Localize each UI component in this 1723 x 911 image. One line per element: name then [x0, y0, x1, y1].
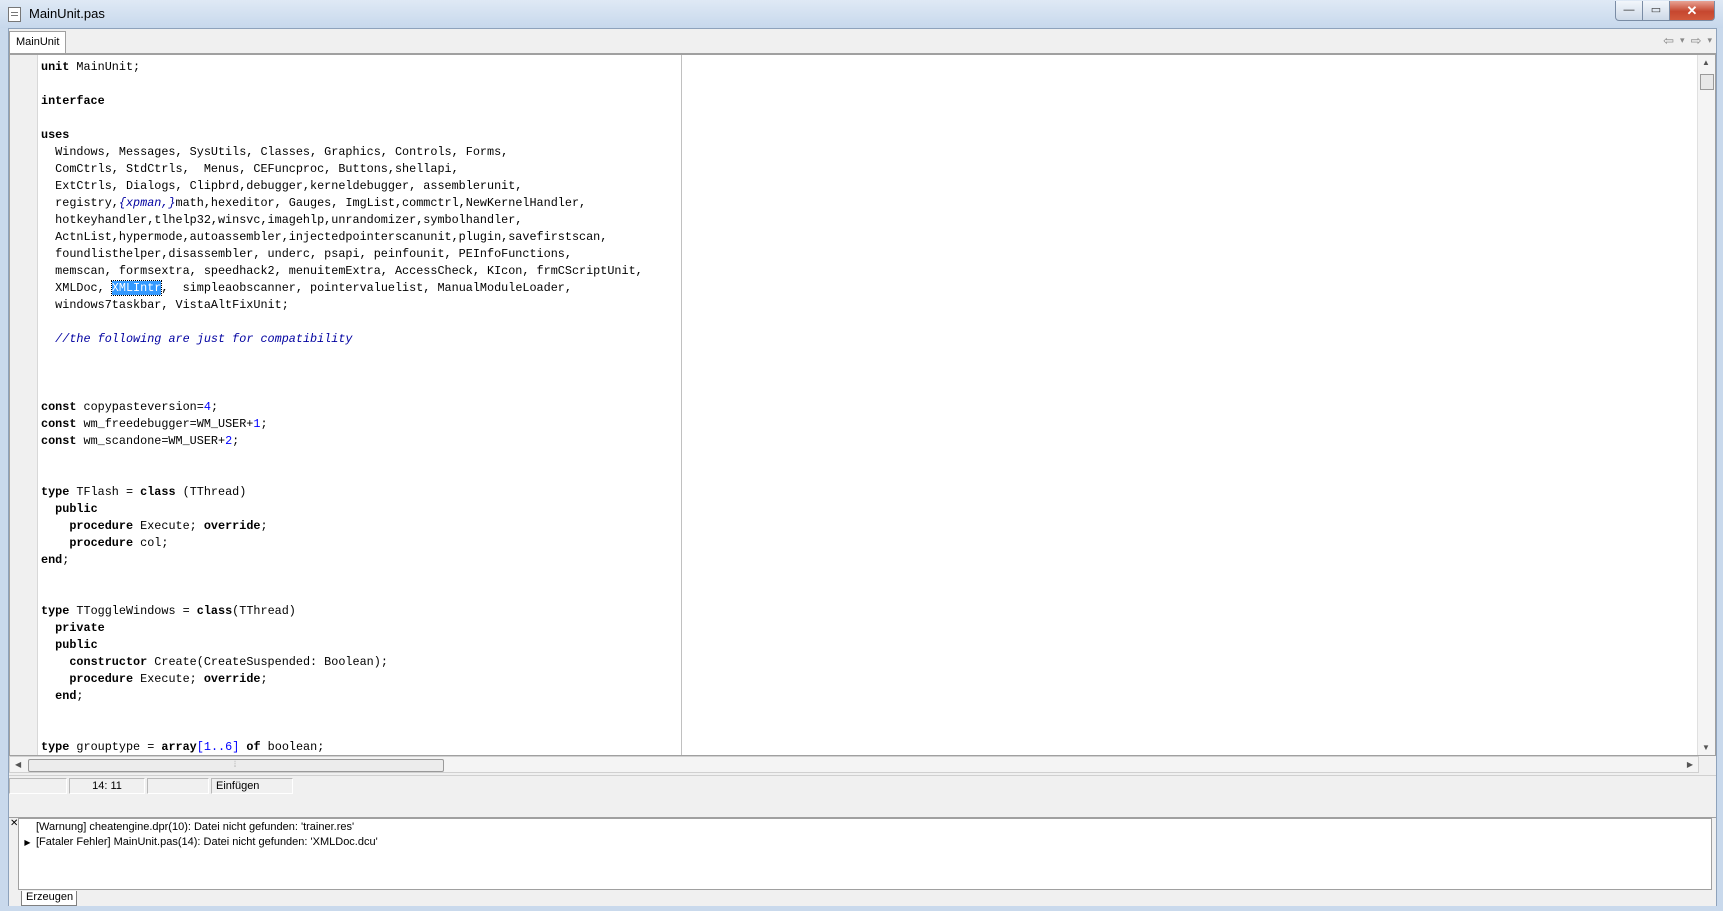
- close-icon: ✕: [1686, 3, 1698, 18]
- maximize-icon: ▭: [1650, 4, 1662, 16]
- window-controls: — ▭ ✕: [1615, 1, 1715, 21]
- right-margin-line: [681, 55, 682, 755]
- message-item[interactable]: ▶ [Fataler Fehler] MainUnit.pas(14): Date…: [19, 835, 378, 850]
- message-text: [Warnung] cheatengine.dpr(10): Datei nic…: [36, 821, 355, 833]
- vertical-scroll-thumb[interactable]: [1700, 74, 1714, 90]
- document-icon: [8, 7, 21, 22]
- window-title: MainUnit.pas: [29, 6, 105, 21]
- tab-strip: MainUnit ⇦ ▾ ⇨ ▾: [9, 29, 1716, 54]
- scroll-grip-icon: ⦙: [234, 759, 237, 769]
- close-button[interactable]: ✕: [1670, 1, 1715, 21]
- tab-erzeugen[interactable]: Erzeugen: [21, 891, 78, 906]
- status-insert-mode: Einfügen: [211, 778, 293, 794]
- title-bar[interactable]: MainUnit.pas — ▭ ✕: [0, 0, 1723, 28]
- minimize-icon: —: [1623, 4, 1635, 16]
- status-empty: [147, 778, 209, 794]
- minimize-button[interactable]: —: [1615, 1, 1643, 21]
- source-code[interactable]: unit MainUnit; interface uses Windows, M…: [41, 59, 643, 755]
- scroll-left-icon[interactable]: ◀: [15, 760, 21, 769]
- scroll-down-icon[interactable]: ▼: [1702, 743, 1710, 752]
- message-text: [Fataler Fehler] MainUnit.pas(14): Datei…: [36, 836, 378, 848]
- status-bar: 14: 11 Einfügen: [9, 775, 1716, 796]
- back-dropdown-icon[interactable]: ▾: [1680, 33, 1685, 49]
- messages-list[interactable]: [Warnung] cheatengine.dpr(10): Datei nic…: [18, 818, 1712, 890]
- code-editor[interactable]: unit MainUnit; interface uses Windows, M…: [9, 54, 1716, 756]
- status-modified: [9, 778, 67, 794]
- expand-arrow-icon[interactable]: ▶: [19, 835, 36, 850]
- forward-arrow-icon[interactable]: ⇨: [1691, 33, 1702, 49]
- messages-pane: ✕ [Warnung] cheatengine.dpr(10): Datei n…: [9, 817, 1716, 906]
- horizontal-scroll-thumb[interactable]: ⦙: [28, 759, 444, 772]
- scroll-up-icon[interactable]: ▲: [1702, 58, 1710, 67]
- navigation-arrows: ⇦ ▾ ⇨ ▾: [1663, 33, 1712, 49]
- maximize-button[interactable]: ▭: [1643, 1, 1670, 21]
- vertical-scrollbar[interactable]: ▲ ▼: [1697, 55, 1715, 755]
- forward-dropdown-icon[interactable]: ▾: [1707, 33, 1712, 49]
- horizontal-scrollbar[interactable]: ◀ ⦙ ▶: [9, 756, 1699, 773]
- status-cursor-position: 14: 11: [69, 778, 145, 794]
- editor-gutter[interactable]: [10, 55, 38, 755]
- back-arrow-icon[interactable]: ⇦: [1663, 33, 1674, 49]
- tab-mainunit[interactable]: MainUnit: [9, 31, 67, 53]
- editor-window: MainUnit ⇦ ▾ ⇨ ▾ unit MainUnit; interfac…: [8, 28, 1717, 906]
- selected-identifier[interactable]: XMLIntr: [110, 280, 163, 296]
- scroll-right-icon[interactable]: ▶: [1687, 760, 1693, 769]
- message-item[interactable]: [Warnung] cheatengine.dpr(10): Datei nic…: [19, 820, 354, 835]
